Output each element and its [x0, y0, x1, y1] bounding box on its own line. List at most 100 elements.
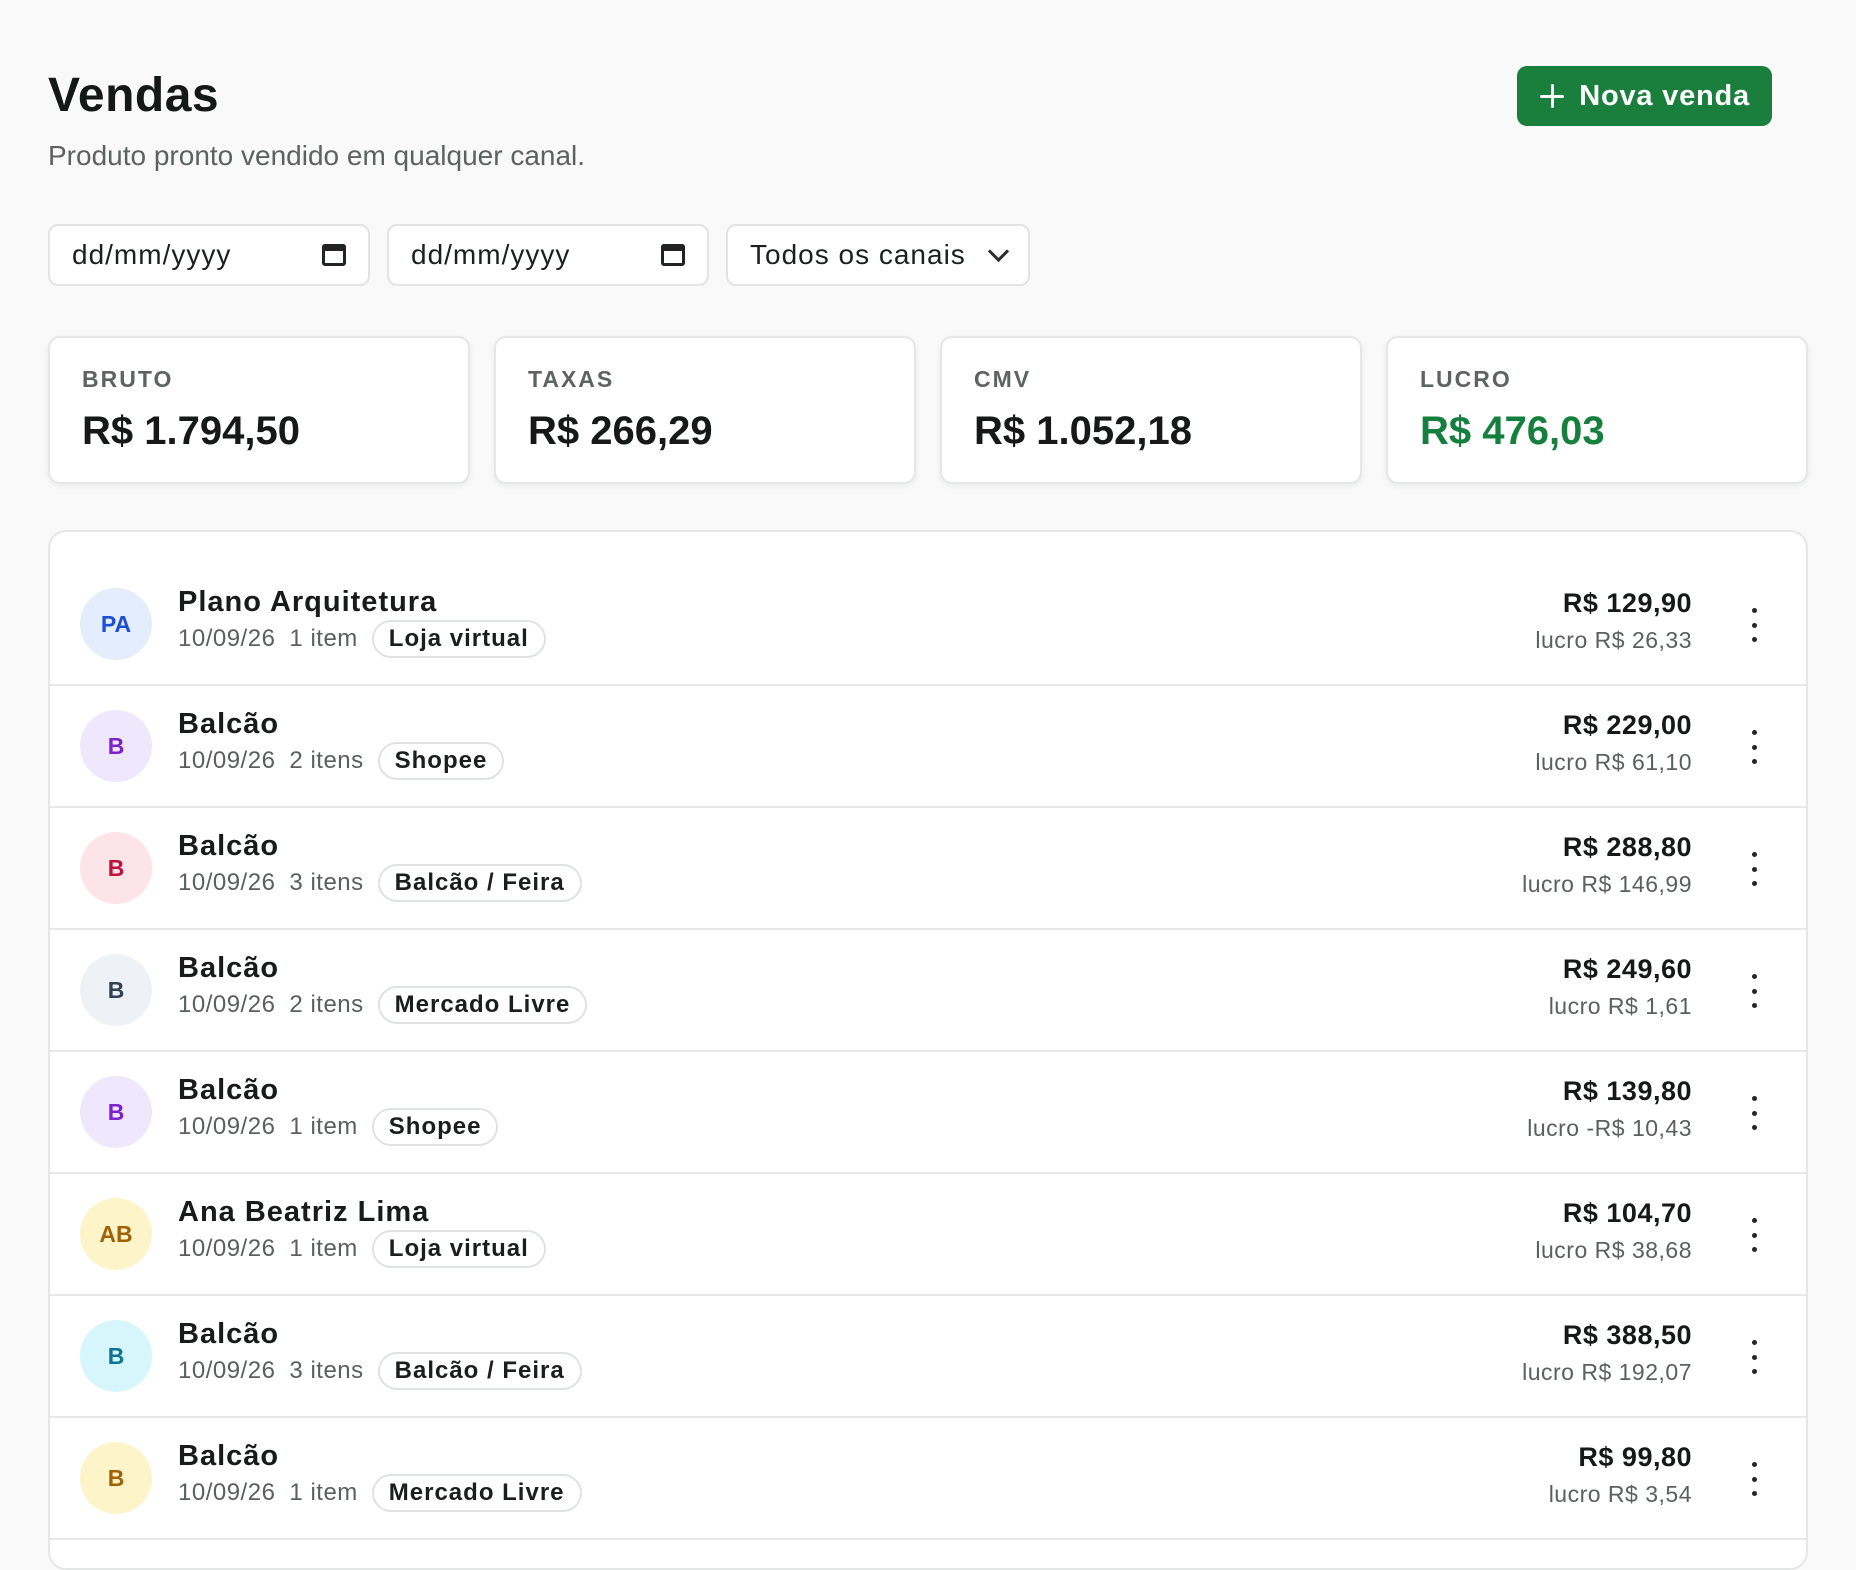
sale-meta: 10/09/26 1 item Shopee	[178, 1108, 499, 1146]
avatar: PA	[80, 588, 152, 660]
new-sale-button[interactable]: Nova venda	[1517, 66, 1772, 126]
channel-badge: Loja virtual	[371, 620, 546, 658]
end-date-placeholder: dd/mm/yyyy	[411, 239, 571, 270]
sale-date: 10/09/26	[178, 1235, 276, 1262]
more-vertical-icon[interactable]	[1744, 1462, 1764, 1496]
sale-row[interactable]: PA Plano Arquitetura 10/09/26 1 item Loj…	[50, 564, 1806, 686]
sale-total: R$ 229,00	[1562, 710, 1692, 740]
more-vertical-icon[interactable]	[1744, 974, 1764, 1008]
summary-label: BRUTO	[82, 366, 174, 392]
sale-amounts: R$ 229,00 lucro R$ 61,10	[1535, 710, 1692, 776]
item-count: 1 item	[289, 1479, 358, 1506]
customer-name: Balcão	[178, 1318, 280, 1350]
channel-badge: Balcão / Feira	[377, 864, 582, 902]
more-vertical-icon[interactable]	[1744, 730, 1764, 764]
avatar: B	[80, 710, 152, 782]
more-vertical-icon[interactable]	[1744, 852, 1764, 886]
sale-profit: lucro R$ 146,99	[1522, 871, 1692, 897]
avatar: B	[80, 1442, 152, 1514]
end-date-input[interactable]: dd/mm/yyyy	[387, 224, 709, 286]
sale-date: 10/09/26	[178, 1479, 276, 1506]
sale-row[interactable]: B Balcão 10/09/26 3 itens Balcão / Feira…	[50, 1296, 1806, 1418]
sale-meta: 10/09/26 1 item Loja virtual	[178, 1230, 546, 1268]
customer-name: Plano Arquitetura	[178, 586, 438, 618]
sale-amounts: R$ 99,80 lucro R$ 3,54	[1549, 1442, 1692, 1508]
sale-profit: lucro R$ 61,10	[1535, 749, 1692, 775]
channel-badge: Loja virtual	[371, 1230, 546, 1268]
calendar-icon[interactable]	[661, 244, 685, 266]
sale-row[interactable]: B Balcão 10/09/26 2 itens Mercado Livre …	[50, 930, 1806, 1052]
sale-meta: 10/09/26 3 itens Balcão / Feira	[178, 864, 582, 902]
summary-label: CMV	[974, 366, 1032, 392]
sale-date: 10/09/26	[178, 991, 276, 1018]
avatar: B	[80, 954, 152, 1026]
sale-amounts: R$ 129,90 lucro R$ 26,33	[1535, 588, 1692, 654]
item-count: 3 itens	[289, 869, 364, 896]
sale-date: 10/09/26	[178, 869, 276, 896]
more-vertical-icon[interactable]	[1744, 1340, 1764, 1374]
item-count: 3 itens	[289, 1357, 364, 1384]
sale-profit: lucro -R$ 10,43	[1527, 1115, 1692, 1141]
channel-select-value: Todos os canais	[750, 239, 966, 270]
item-count: 1 item	[289, 1235, 358, 1262]
filters-bar: dd/mm/yyyy dd/mm/yyyy Todos os canais	[48, 224, 1030, 286]
summary-cards: BRUTO R$ 1.794,50 TAXAS R$ 266,29 CMV R$…	[48, 336, 1808, 484]
summary-card-profit: LUCRO R$ 476,03	[1386, 336, 1808, 484]
avatar: B	[80, 832, 152, 904]
more-vertical-icon[interactable]	[1744, 1096, 1764, 1130]
sale-row[interactable]: AB Ana Beatriz Lima 10/09/26 1 item Loja…	[50, 1174, 1806, 1296]
sale-profit: lucro R$ 192,07	[1522, 1359, 1692, 1385]
customer-name: Balcão	[178, 952, 280, 984]
sale-row[interactable]: B Balcão 10/09/26 1 item Mercado Livre R…	[50, 1418, 1806, 1540]
summary-label: TAXAS	[528, 366, 615, 392]
sale-row[interactable]: B Balcão 10/09/26 2 itens Shopee R$ 229,…	[50, 686, 1806, 808]
sale-date: 10/09/26	[178, 747, 276, 774]
item-count: 2 itens	[289, 747, 364, 774]
sale-row[interactable]: B Balcão 10/09/26 3 itens Balcão / Feira…	[50, 808, 1806, 930]
summary-value: R$ 1.052,18	[974, 409, 1192, 453]
sale-meta: 10/09/26 1 item Loja virtual	[178, 620, 546, 658]
summary-card-cogs: CMV R$ 1.052,18	[940, 336, 1362, 484]
item-count: 2 itens	[289, 991, 364, 1018]
sales-list: PA Plano Arquitetura 10/09/26 1 item Loj…	[48, 530, 1808, 1570]
more-vertical-icon[interactable]	[1744, 1218, 1764, 1252]
sale-total: R$ 129,90	[1562, 588, 1692, 618]
avatar: B	[80, 1076, 152, 1148]
customer-name: Balcão	[178, 1074, 280, 1106]
page-subtitle: Produto pronto vendido em qualquer canal…	[48, 140, 586, 171]
channel-badge: Shopee	[377, 742, 505, 780]
channel-select[interactable]: Todos os canais	[726, 224, 1030, 286]
customer-name: Balcão	[178, 1440, 280, 1472]
start-date-input[interactable]: dd/mm/yyyy	[48, 224, 370, 286]
sale-total: R$ 139,80	[1562, 1076, 1692, 1106]
sale-date: 10/09/26	[178, 625, 276, 652]
summary-value: R$ 1.794,50	[82, 409, 300, 453]
summary-card-gross: BRUTO R$ 1.794,50	[48, 336, 470, 484]
calendar-icon[interactable]	[322, 244, 346, 266]
plus-icon	[1539, 83, 1565, 109]
sale-amounts: R$ 388,50 lucro R$ 192,07	[1522, 1320, 1692, 1386]
sale-meta: 10/09/26 3 itens Balcão / Feira	[178, 1352, 582, 1390]
sale-row[interactable]: B Balcão 10/09/26 1 item Shopee R$ 139,8…	[50, 1052, 1806, 1174]
avatar: B	[80, 1320, 152, 1392]
sale-profit: lucro R$ 1,61	[1548, 993, 1692, 1019]
sale-total: R$ 288,80	[1562, 832, 1692, 862]
customer-name: Balcão	[178, 708, 280, 740]
chevron-down-icon	[987, 240, 1010, 262]
page-header: Vendas Produto pronto vendido em qualque…	[48, 0, 1808, 200]
sale-total: R$ 388,50	[1562, 1320, 1692, 1350]
sale-amounts: R$ 104,70 lucro R$ 38,68	[1535, 1198, 1692, 1264]
summary-card-fees: TAXAS R$ 266,29	[494, 336, 916, 484]
sale-total: R$ 104,70	[1562, 1198, 1692, 1228]
more-vertical-icon[interactable]	[1744, 608, 1764, 642]
channel-badge: Mercado Livre	[371, 1474, 582, 1512]
summary-label: LUCRO	[1420, 366, 1512, 392]
channel-badge: Balcão / Feira	[377, 1352, 582, 1390]
sale-profit: lucro R$ 3,54	[1548, 1481, 1692, 1507]
summary-value: R$ 476,03	[1420, 409, 1605, 453]
page-title: Vendas	[48, 69, 220, 122]
sale-amounts: R$ 288,80 lucro R$ 146,99	[1522, 832, 1692, 898]
summary-value: R$ 266,29	[528, 409, 713, 453]
sale-total: R$ 99,80	[1578, 1442, 1692, 1472]
start-date-placeholder: dd/mm/yyyy	[72, 239, 232, 270]
